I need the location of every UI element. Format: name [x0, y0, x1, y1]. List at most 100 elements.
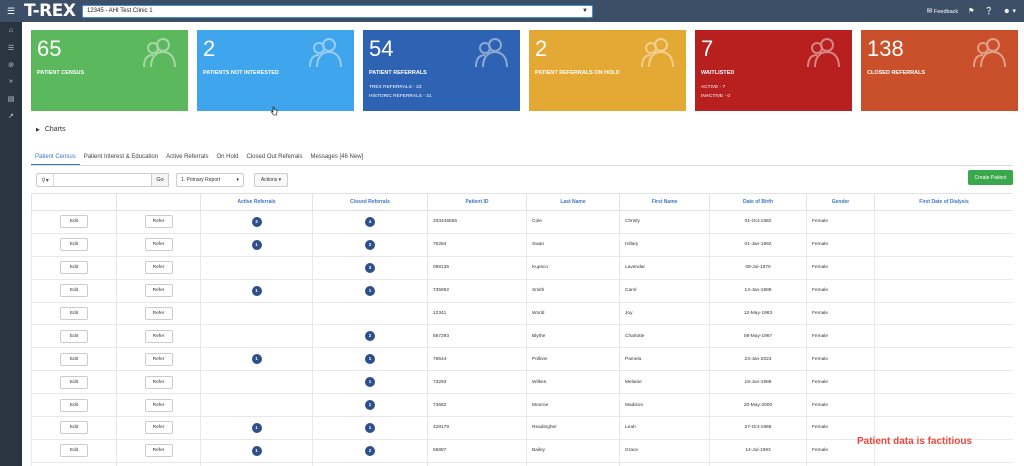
count-badge[interactable]: 1 [251, 354, 262, 365]
count-badge[interactable]: 3 [251, 216, 262, 227]
stat-card[interactable]: 2 PATIENTS NOT INTERESTED [197, 30, 354, 111]
tab-item[interactable]: Active Referrals [162, 152, 212, 165]
external-link-icon[interactable]: ↗ [0, 107, 22, 124]
refer-button[interactable]: Refer [144, 284, 173, 298]
edit-button[interactable]: Edit [60, 329, 88, 343]
refer-button[interactable]: Refer [144, 444, 173, 458]
count-badge[interactable]: 4 [365, 216, 375, 227]
count-badge[interactable]: 1 [251, 422, 262, 433]
report-select[interactable]: 1. Primary Report ▾ [176, 173, 244, 187]
hamburger-icon[interactable]: ☰ [0, 0, 22, 22]
column-header[interactable]: First Name [619, 193, 710, 211]
stat-card[interactable]: 7 WAITLISTED ACTIVE - 7 INACTIVE - 0 [695, 30, 852, 111]
patient-id-cell: 333445555 [427, 210, 527, 234]
column-header[interactable]: Last Name [526, 193, 620, 211]
people-icon [475, 38, 508, 68]
column-header[interactable]: Closed Referrals [312, 193, 428, 211]
column-header[interactable]: Active Referrals [200, 193, 313, 211]
column-header[interactable]: Patient ID [427, 193, 527, 211]
count-badge[interactable]: 1 [365, 377, 375, 388]
edit-cell: Edit [31, 347, 117, 372]
list-icon[interactable]: ☰ [0, 39, 22, 56]
closed-referrals-cell [312, 301, 428, 326]
stat-card[interactable]: 2 PATIENT REFERRALS ON HOLD [529, 30, 686, 111]
count-badge[interactable]: 2 [365, 331, 375, 342]
home-icon[interactable]: ⌂ [0, 22, 22, 39]
tab-item[interactable]: Closed Out Referrals [242, 152, 306, 165]
count-badge[interactable]: 1 [365, 400, 375, 411]
stat-card[interactable]: 54 PATIENT REFERRALS TREX REFERRALS - 23 HI… [363, 30, 520, 111]
count-badge[interactable]: 1 [251, 285, 262, 296]
edit-button[interactable]: Edit [60, 421, 88, 435]
refer-button[interactable]: Refer [144, 307, 173, 320]
app-logo[interactable]: T-REX [24, 1, 80, 21]
search-icon[interactable]: ⚲▾ [37, 174, 53, 186]
edit-cell: Edit [31, 370, 117, 395]
closed-referrals-cell: 1 [312, 416, 428, 440]
edit-button[interactable]: Edit [60, 238, 88, 252]
edit-button[interactable]: Edit [60, 444, 88, 458]
tab-item[interactable]: Messages [46 New] [307, 152, 368, 165]
bell-icon[interactable]: ⚑ [968, 7, 974, 15]
first-name-cell: Carol [619, 278, 710, 303]
edit-cell: Edit [31, 461, 117, 466]
count-badge[interactable]: 2 [365, 445, 375, 456]
stat-card-subtext: ACTIVE - 7 [701, 85, 726, 90]
refer-cell: Refer [116, 438, 201, 463]
charts-toggle[interactable]: ▶ Charts [36, 126, 65, 133]
refer-button[interactable]: Refer [144, 375, 173, 389]
column-header[interactable]: First Date of Dialysis [874, 193, 1013, 211]
refer-button[interactable]: Refer [144, 329, 173, 343]
clinic-select[interactable]: 12345 - AHI Test Clinic 1 ▼ [82, 4, 593, 18]
column-header[interactable]: Date of Birth [709, 193, 807, 211]
edit-button[interactable]: Edit [60, 307, 88, 320]
edit-button[interactable]: Edit [60, 398, 88, 412]
column-header[interactable]: Gender [806, 193, 875, 211]
dob-cell: 18-Jun-1986 [709, 370, 807, 395]
tab-item[interactable]: Patient Interest & Education [80, 152, 162, 165]
refer-button[interactable]: Refer [144, 215, 173, 229]
refer-button[interactable]: Refer [144, 238, 173, 252]
count-badge[interactable]: 3 [365, 262, 375, 273]
patient-id-cell: 735892 [427, 278, 527, 303]
stat-card[interactable]: 138 CLOSED REFERRALS [861, 30, 1018, 111]
refer-button[interactable]: Refer [144, 261, 173, 275]
patient-id-cell: 428179 [427, 416, 527, 440]
edit-button[interactable]: Edit [60, 215, 88, 229]
active-referrals-cell: 1 [200, 232, 313, 257]
count-badge[interactable]: 2 [365, 239, 375, 250]
count-badge[interactable]: 1 [365, 285, 375, 296]
tab-item[interactable]: On Hold [212, 152, 242, 165]
last-name-cell: Blythe [526, 324, 620, 349]
active-referrals-cell [200, 461, 313, 466]
closed-referrals-cell: 1 [312, 347, 428, 372]
book-icon[interactable]: ▤ [0, 90, 22, 107]
help-icon[interactable]: ❔ [984, 7, 993, 15]
user-icon[interactable]: ☻ ▾ [1003, 7, 1016, 15]
refer-cell: Refer [116, 278, 201, 303]
edit-button[interactable]: Edit [60, 261, 88, 275]
patient-id-cell: 76284 [427, 232, 527, 257]
patient-id-cell: 73682 [427, 393, 527, 418]
actions-button[interactable]: Actions ▾ [254, 173, 288, 187]
tab-item[interactable]: Patient Census [31, 152, 80, 165]
create-patient-button[interactable]: Create Patient [968, 170, 1013, 185]
count-badge[interactable]: 1 [365, 422, 375, 433]
edit-button[interactable]: Edit [60, 352, 88, 366]
go-button[interactable]: Go [151, 173, 169, 187]
refer-button[interactable]: Refer [144, 398, 173, 412]
refer-cell: Refer [116, 347, 201, 372]
people-icon [641, 38, 674, 68]
edit-button[interactable]: Edit [60, 284, 88, 298]
double-chevron-icon[interactable]: » [0, 73, 22, 90]
edit-button[interactable]: Edit [60, 375, 88, 389]
count-badge[interactable]: 1 [251, 445, 262, 456]
stat-card[interactable]: 65 PATIENT CENSUS [31, 30, 188, 111]
people-icon [143, 38, 176, 68]
count-badge[interactable]: 1 [251, 239, 262, 250]
count-badge[interactable]: 1 [365, 354, 375, 365]
refer-button[interactable]: Refer [144, 421, 173, 435]
eye-slash-icon[interactable]: ⊘ [0, 56, 22, 73]
refer-button[interactable]: Refer [144, 352, 173, 366]
feedback-button[interactable]: ✉ Feedback [927, 7, 959, 15]
